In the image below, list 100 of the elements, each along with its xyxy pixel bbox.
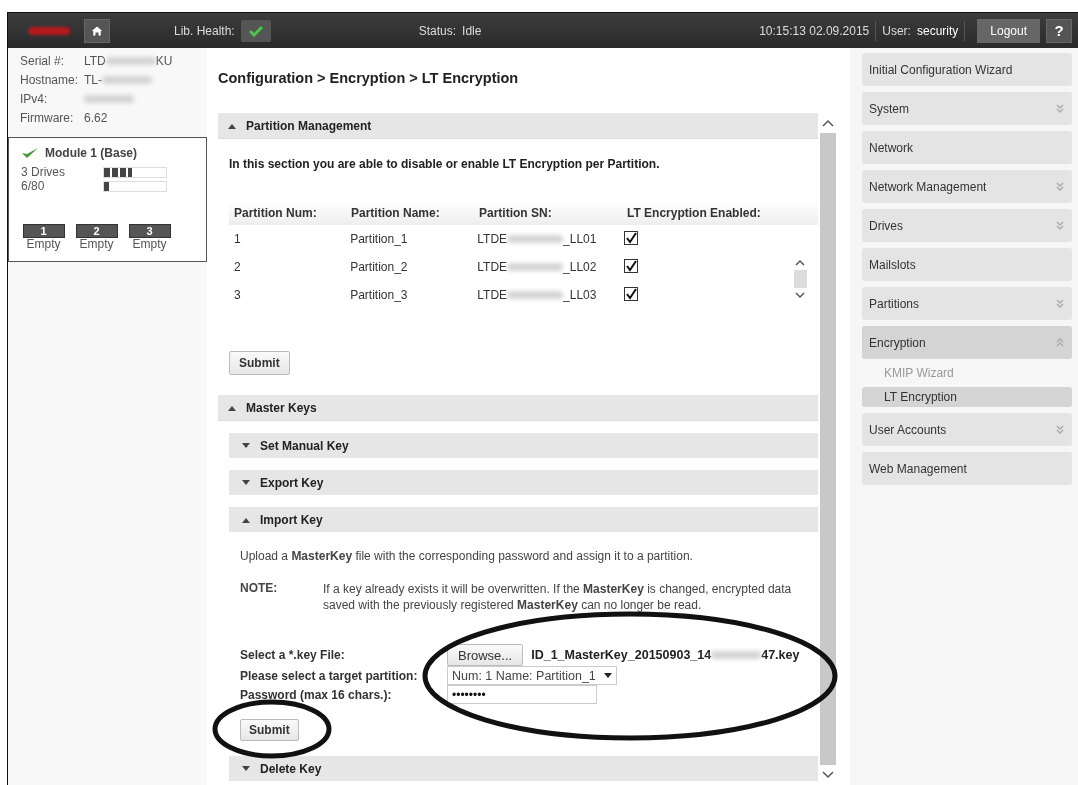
table-cell-text: Partition_2 — [350, 260, 409, 274]
info-label: IPv4: — [20, 91, 49, 106]
nav-subitem[interactable]: LT Encryption — [862, 387, 1072, 407]
nav-item[interactable]: Initial Configuration Wizard — [862, 53, 1072, 86]
nav-item[interactable]: Network — [862, 131, 1072, 164]
browse-button[interactable]: Browse... — [447, 644, 524, 666]
triangle-icon — [242, 516, 250, 523]
chevron-icon — [1056, 221, 1064, 230]
slot-label: Empty — [132, 238, 167, 251]
column-header: Partition Name: — [351, 205, 441, 220]
meter-label: 6/80 — [21, 179, 46, 193]
nav-item[interactable]: Web Management — [862, 452, 1072, 485]
scroll-up-icon[interactable] — [795, 259, 805, 266]
meter-label: 3 Drives — [21, 165, 66, 179]
subsection-title: Set Manual Key — [260, 438, 349, 453]
checkbox[interactable] — [624, 231, 639, 245]
breadcrumb: Configuration > Encryption > LT Encryption — [218, 70, 520, 86]
module-title: Module 1 (Base) — [45, 146, 137, 160]
nav-item[interactable]: Drives — [862, 209, 1072, 242]
clock-text: 10:15:13 02.09.2015 — [759, 23, 870, 38]
column-header: Partition SN: — [479, 205, 553, 220]
instruction-text: Upload a MasterKey file with the corresponding password and assign it to a partition. — [240, 549, 694, 563]
section-header[interactable]: Master Keys — [218, 395, 818, 421]
logout-button[interactable]: Logout — [977, 18, 1040, 43]
user-label: User: — [882, 23, 911, 38]
section-intro: In this section you are able to disable or enable LT Encryption per Partition. — [229, 157, 661, 171]
drive-slot-icon: 2 — [75, 224, 118, 238]
chevron-icon — [1056, 425, 1064, 434]
health-label: Lib. Health: — [174, 23, 235, 38]
subsection-title: Import Key — [260, 512, 323, 527]
checkbox[interactable] — [624, 287, 639, 301]
info-label: Hostname: — [20, 72, 80, 87]
table-cell: LTDE — [477, 288, 508, 302]
nav-item[interactable]: User Accounts — [862, 413, 1072, 446]
checkbox[interactable] — [624, 259, 639, 273]
field-label: Select a *.key File: — [240, 648, 346, 662]
drive-slot-icon: 3 — [128, 224, 171, 238]
scroll-down-icon[interactable] — [820, 765, 836, 785]
drive-slot-icon: 1 — [22, 224, 65, 238]
chevron-icon — [1056, 182, 1064, 191]
table-cell: _LL01 — [563, 232, 597, 246]
table-cell: _LL03 — [563, 288, 597, 302]
nav-item[interactable]: Partitions — [862, 287, 1072, 320]
status-value: Idle — [462, 23, 482, 38]
subsection-title: Delete Key — [260, 761, 322, 776]
subsection-header[interactable]: Set Manual Key — [229, 433, 818, 458]
section-title: Master Keys — [246, 400, 317, 415]
masked-value — [507, 291, 564, 299]
subsection-header[interactable]: Import Key — [229, 507, 818, 532]
subsection-header[interactable]: Export Key — [229, 470, 818, 495]
masked-value — [84, 94, 134, 103]
meter-bar — [103, 180, 167, 192]
chevron-icon — [1056, 299, 1064, 308]
info-value: TL- — [84, 72, 102, 87]
file-name: 47.key — [761, 648, 800, 662]
caret-icon — [603, 673, 612, 678]
field-label: Please select a target partition: — [240, 668, 419, 683]
file-name: ID_1_MasterKey_20150903_14 — [531, 648, 712, 662]
field-label: Password (max 16 chars.): — [240, 687, 393, 702]
info-value: LTD — [84, 53, 106, 68]
nav-item[interactable]: Mailslots — [862, 248, 1072, 281]
password-field[interactable]: •••••••• — [447, 685, 597, 704]
masked-value — [105, 56, 156, 65]
masked-value — [507, 263, 564, 271]
table-cell-text: 2 — [233, 260, 242, 274]
section-header[interactable]: Partition Management — [218, 113, 818, 139]
user-name: security — [916, 23, 959, 38]
slot-label: Empty — [79, 238, 114, 251]
nav-item[interactable]: Network Management — [862, 170, 1072, 203]
submit-button[interactable]: Submit — [240, 719, 299, 741]
column-header: Partition Num: — [233, 205, 318, 220]
submit-button[interactable]: Submit — [229, 351, 290, 375]
table-cell: LTDE — [477, 260, 508, 274]
triangle-icon — [228, 404, 236, 411]
triangle-icon — [242, 479, 250, 486]
scroll-down-icon[interactable] — [795, 292, 805, 299]
column-header: LT Encryption Enabled: — [627, 205, 762, 220]
nav-item[interactable]: System — [862, 92, 1072, 125]
status-label: Status: — [418, 23, 457, 38]
masked-value — [102, 75, 152, 84]
triangle-icon — [242, 765, 250, 772]
home-button[interactable] — [84, 18, 110, 43]
table-cell: _LL02 — [563, 260, 597, 274]
help-button[interactable]: ? — [1046, 18, 1072, 43]
masked-value — [711, 651, 762, 659]
table-cell-text: Partition_1 — [350, 232, 409, 246]
info-value: KU — [155, 53, 173, 68]
nav-item[interactable]: Encryption — [862, 326, 1072, 359]
table-cell-text: 1 — [233, 232, 242, 246]
info-label: Serial #: — [20, 53, 66, 68]
chevron-icon — [1056, 104, 1064, 113]
check-icon — [247, 24, 264, 37]
meter-bar — [103, 166, 167, 178]
masked-value — [507, 235, 564, 243]
info-value: 6.62 — [84, 110, 108, 125]
subsection-header[interactable]: Delete Key — [229, 756, 818, 781]
partition-dropdown[interactable]: Num: 1 Name: Partition_1 — [447, 666, 617, 685]
scrollbar[interactable] — [820, 113, 836, 785]
table-cell: LTDE — [477, 232, 508, 246]
note-text: If a key already exists it will be overwritten. If the MasterKey is changed, encrypted data saved with the previously registered MasterKey can no longer be read. — [323, 581, 793, 613]
